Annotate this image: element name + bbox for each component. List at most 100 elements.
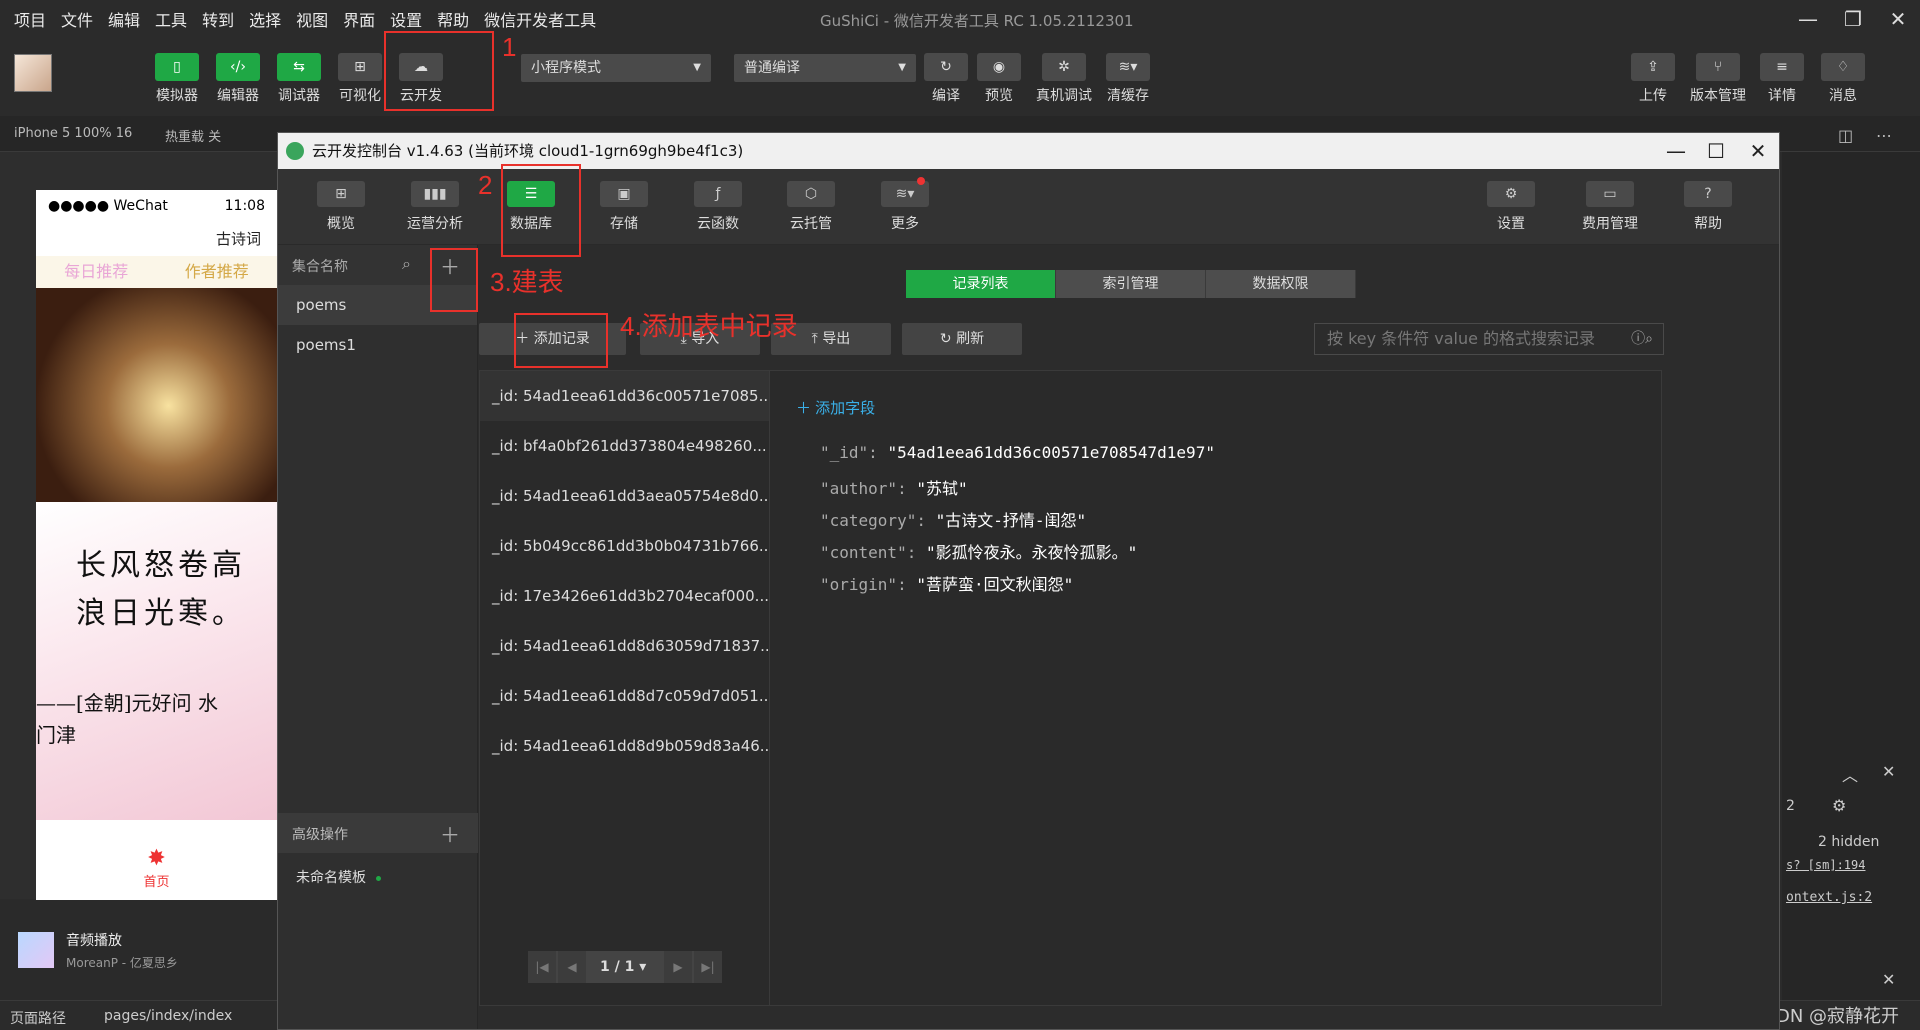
menu-wechat-devtools[interactable]: 微信开发者工具 xyxy=(484,7,596,31)
clear-cache-button[interactable]: ≋▾ 清缓存 xyxy=(1100,53,1156,105)
window-title: GuShiCi - 微信开发者工具 RC 1.05.2112301 xyxy=(820,12,1134,30)
compile-button[interactable]: ↻ 编译 xyxy=(920,53,972,105)
refresh-button[interactable]: ↻ 刷新 xyxy=(902,323,1022,355)
record-item[interactable]: _id: 54ad1eea61dd36c00571e7085... xyxy=(480,371,769,421)
add-field-button[interactable]: ＋ 添加字段 xyxy=(796,397,875,418)
menu-view[interactable]: 视图 xyxy=(296,7,328,31)
first-page-icon[interactable]: |◀ xyxy=(528,951,556,983)
gear-icon: ⚙ xyxy=(1487,181,1535,207)
template-item[interactable]: 未命名模板 xyxy=(296,867,381,887)
record-item[interactable]: _id: bf4a0bf261dd373804e498260... xyxy=(480,421,769,471)
annotation-label-1: 1 xyxy=(502,32,517,62)
hot-reload-toggle[interactable]: 热重载 关 xyxy=(165,126,221,145)
minimize-icon[interactable]: — xyxy=(1656,133,1696,169)
tab-permissions[interactable]: 数据权限 xyxy=(1206,270,1356,298)
compile-select[interactable]: 普通编译 ▼ xyxy=(734,54,916,82)
nav-analytics[interactable]: ▮▮▮ 运营分析 xyxy=(395,181,475,233)
menu-project[interactable]: 项目 xyxy=(14,7,46,31)
collection-item[interactable]: poems1 xyxy=(278,325,477,365)
close-icon[interactable]: ✕ xyxy=(1882,762,1895,781)
tab-indexes[interactable]: 索引管理 xyxy=(1056,270,1206,298)
search-icon[interactable]: ⓘ⌕ xyxy=(1631,324,1653,354)
record-list: _id: 54ad1eea61dd36c00571e7085... _id: b… xyxy=(480,371,770,1005)
prev-page-icon[interactable]: ◀ xyxy=(558,951,586,983)
nav-storage[interactable]: ▣ 存储 xyxy=(584,181,664,233)
nav-functions[interactable]: ƒ 云函数 xyxy=(678,181,758,233)
annotation-box-2 xyxy=(501,164,581,257)
nav-help[interactable]: ? 帮助 xyxy=(1668,181,1748,233)
upload-button[interactable]: ⇪ 上传 xyxy=(1627,53,1679,105)
layers-icon: ≋▾ xyxy=(1106,53,1150,81)
more-icon[interactable]: ⋯ xyxy=(1876,126,1892,145)
annotation-box-4 xyxy=(514,313,608,368)
real-device-debug-button[interactable]: ✲ 真机调试 xyxy=(1036,53,1092,105)
simulator-button[interactable]: ▯ 模拟器 xyxy=(151,53,203,105)
menu-file[interactable]: 文件 xyxy=(61,7,93,31)
messages-button[interactable]: ♢ 消息 xyxy=(1817,53,1869,105)
preview-button[interactable]: ◉ 预览 xyxy=(973,53,1025,105)
menu-tools[interactable]: 工具 xyxy=(155,7,187,31)
chevron-up-icon[interactable]: ︿ xyxy=(1842,762,1858,786)
visual-button[interactable]: ⊞ 可视化 xyxy=(334,53,386,105)
mode-select[interactable]: 小程序模式 ▼ xyxy=(521,54,711,82)
last-page-icon[interactable]: ▶| xyxy=(694,951,722,983)
field-content[interactable]: "content": "影孤怜夜永。永夜怜孤影。" xyxy=(820,539,1137,563)
nav-billing[interactable]: ▭ 费用管理 xyxy=(1570,181,1650,233)
split-icon[interactable]: ◫ xyxy=(1838,126,1853,145)
menu-interface[interactable]: 界面 xyxy=(343,7,375,31)
annotation-label-3: 3.建表 xyxy=(490,267,564,297)
editor-button[interactable]: ‹/› 编辑器 xyxy=(212,53,264,105)
gear-icon[interactable]: ⚙ xyxy=(1832,796,1846,815)
simulator-panel: ●●●●● WeChat 11:08 古诗词 每日推荐 作者推荐 长风怒卷高 浪… xyxy=(0,152,277,900)
maximize-icon[interactable]: ❐ xyxy=(1840,6,1866,32)
search-icon[interactable]: ⌕ xyxy=(402,254,411,274)
record-item[interactable]: _id: 5b049cc861dd3b0b04731b766... xyxy=(480,521,769,571)
nav-more[interactable]: ≋▾ 更多 xyxy=(865,177,945,233)
banner-image[interactable] xyxy=(36,288,277,502)
plus-icon: ＋ xyxy=(796,400,816,417)
tab-records[interactable]: 记录列表 xyxy=(906,270,1056,298)
menu-goto[interactable]: 转到 xyxy=(202,7,234,31)
close-icon[interactable]: ✕ xyxy=(1738,133,1778,169)
version-button[interactable]: ⑂ 版本管理 xyxy=(1686,53,1750,105)
nav-overview[interactable]: ⊞ 概览 xyxy=(301,181,381,233)
next-page-icon[interactable]: ▶ xyxy=(664,951,692,983)
menu-select[interactable]: 选择 xyxy=(249,7,281,31)
add-advanced-button[interactable]: ＋ xyxy=(440,819,460,848)
field-origin[interactable]: "origin": "菩萨蛮·回文秋闺怨" xyxy=(820,571,1073,595)
record-item[interactable]: _id: 54ad1eea61dd8d63059d71837... xyxy=(480,621,769,671)
bar-chart-icon: ▮▮▮ xyxy=(411,181,459,207)
tab-daily[interactable]: 每日推荐 xyxy=(64,256,128,288)
tab-author[interactable]: 作者推荐 xyxy=(185,256,249,288)
nav-settings[interactable]: ⚙ 设置 xyxy=(1471,181,1551,233)
menu-settings[interactable]: 设置 xyxy=(390,7,422,31)
annotation-label-4: 4.添加表中记录 xyxy=(620,311,798,341)
minimize-icon[interactable]: — xyxy=(1795,6,1821,32)
record-item[interactable]: _id: 54ad1eea61dd3aea05754e8d0... xyxy=(480,471,769,521)
menu-help[interactable]: 帮助 xyxy=(437,7,469,31)
details-button[interactable]: ≡ 详情 xyxy=(1756,53,1808,105)
debug-panel: ︿ ✕ 2 ⚙ 2 hidden s? [sm]:194 ontext.js:2… xyxy=(1782,152,1920,1000)
view-tabs: 记录列表 索引管理 数据权限 xyxy=(906,270,1356,298)
home-tab[interactable]: ✸ 首页 xyxy=(36,838,277,900)
page-select[interactable]: 1 / 1 ▾ xyxy=(600,951,646,983)
device-select[interactable]: iPhone 5 100% 16 xyxy=(14,126,132,141)
audio-player[interactable]: 音频播放 MoreanP - 亿夏思乡 xyxy=(0,900,277,1000)
close-icon[interactable]: ✕ xyxy=(1885,6,1911,32)
close-icon[interactable]: ✕ xyxy=(1882,970,1895,989)
record-item[interactable]: _id: 54ad1eea61dd8d9b059d83a46... xyxy=(480,721,769,771)
debugger-button[interactable]: ⇆ 调试器 xyxy=(273,53,325,105)
menu-edit[interactable]: 编辑 xyxy=(108,7,140,31)
nav-cloud-hosting[interactable]: ⬡ 云托管 xyxy=(771,181,851,233)
field-category[interactable]: "category": "古诗文-抒情-闺怨" xyxy=(820,507,1086,531)
field-author[interactable]: "author": "苏轼" xyxy=(820,475,968,499)
caret-down-icon: ▼ xyxy=(898,62,906,73)
maximize-icon[interactable]: ☐ xyxy=(1696,133,1736,169)
field-id[interactable]: "_id": "54ad1eea61dd36c00571e708547d1e97… xyxy=(820,443,1215,462)
record-item[interactable]: _id: 17e3426e61dd3b2704ecaf000... xyxy=(480,571,769,621)
avatar[interactable] xyxy=(14,54,52,92)
record-item[interactable]: _id: 54ad1eea61dd8d7c059d7d051... xyxy=(480,671,769,721)
poem-card[interactable]: 长风怒卷高 浪日光寒。 ——[金朝]元好问 水 门津 xyxy=(36,502,277,820)
annotation-box-1 xyxy=(384,31,494,111)
record-search-input[interactable]: 按 key 条件符 value 的格式搜索记录 ⓘ⌕ xyxy=(1314,323,1664,355)
